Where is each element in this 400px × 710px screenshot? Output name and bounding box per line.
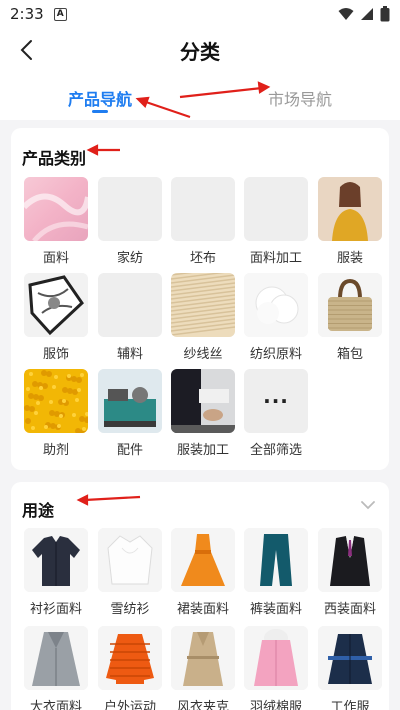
product-category-item-label: 服装 (336, 251, 363, 266)
product-category-item[interactable]: ··· 全部筛选 (241, 369, 311, 458)
usage-item-label: 西装面料 (323, 602, 376, 617)
usage-item[interactable]: 大衣面料 (21, 626, 91, 710)
cotton-fiber-photo (244, 273, 308, 337)
orange-down-jacket-photo (98, 626, 162, 690)
product-categories-card: 产品类别 面料 家纺 坯布 面料加工 服装服饰 辅料 纱线丝 纺织原料 箱包助剂 配件 服装加工 ··… (11, 128, 389, 470)
usage-item-label: 风衣夹克 (176, 700, 229, 710)
usage-item[interactable]: 衬衫面料 (21, 528, 91, 617)
product-category-item-label: 面料加工 (249, 251, 302, 266)
product-category-item[interactable]: 纱线丝 (168, 273, 238, 362)
usage-item-label: 羽绒棉服 (249, 700, 302, 710)
wifi-icon (338, 8, 354, 20)
product-category-item[interactable]: 家纺 (95, 177, 165, 266)
battery-icon (380, 6, 390, 22)
usage-item[interactable]: 裙装面料 (168, 528, 238, 617)
product-category-item-label: 配件 (116, 443, 143, 458)
notification-a-icon: A (53, 7, 67, 21)
navy-workwear-photo (318, 626, 382, 690)
usage-item-label: 雪纺衫 (110, 602, 150, 617)
product-category-item[interactable]: 助剂 (21, 369, 91, 458)
white-blouse-photo (98, 528, 162, 592)
product-category-item-label: 纱线丝 (183, 347, 223, 362)
product-category-item[interactable]: 面料加工 (241, 177, 311, 266)
product-category-item-label: 服饰 (42, 347, 69, 362)
product-category-item-label: 面料 (42, 251, 69, 266)
status-bar: 2:33 A (0, 0, 400, 28)
teal-pants-photo (244, 528, 308, 592)
more-dots-icon: ··· (244, 369, 308, 433)
beige-trench-photo (171, 626, 235, 690)
yarn-photo (171, 273, 235, 337)
dark-shirt-photo (24, 528, 88, 592)
usage-item[interactable]: 工作服 (315, 626, 385, 710)
usage-collapse-button[interactable] (359, 496, 377, 514)
product-category-item-label: 纺织原料 (249, 347, 302, 362)
usage-item-label: 裙装面料 (176, 602, 229, 617)
more-dots-glyph: ··· (263, 389, 289, 413)
usage-card: 用途 衬衫面料 雪纺衫 裙装面料 裤装面料 西装面料大衣面料 户外运动 风衣夹克 羽绒棉服 工作… (11, 482, 389, 710)
yellow-powder-photo (24, 369, 88, 433)
pink-fabric-photo (24, 177, 88, 241)
black-suit-photo (318, 528, 382, 592)
product-category-item[interactable]: 服饰 (21, 273, 91, 362)
tab-product-navigation[interactable]: 产品导航 (68, 86, 132, 110)
pink-parka-photo (244, 626, 308, 690)
usage-item-label: 户外运动 (103, 700, 156, 710)
placeholder-image (171, 177, 235, 241)
silk-scarf-photo (24, 273, 88, 337)
product-category-item-label: 家纺 (116, 251, 143, 266)
placeholder-image (98, 177, 162, 241)
product-category-item-label: 助剂 (42, 443, 69, 458)
grey-coat-photo (24, 626, 88, 690)
product-category-item[interactable]: 辅料 (95, 273, 165, 362)
product-category-item-label: 坯布 (189, 251, 216, 266)
signal-icon (361, 8, 373, 20)
usage-item[interactable]: 裤装面料 (241, 528, 311, 617)
status-icons (338, 6, 390, 22)
usage-item[interactable]: 户外运动 (95, 626, 165, 710)
tab-bar: 产品导航 市场导航 (0, 72, 400, 120)
sewing-worker-photo (171, 369, 235, 433)
page-title: 分类 (180, 39, 220, 64)
straw-handbag-photo (318, 273, 382, 337)
usage-item[interactable]: 风衣夹克 (168, 626, 238, 710)
usage-title: 用途 (22, 501, 55, 520)
back-chevron-icon (20, 40, 32, 60)
usage-item-label: 工作服 (330, 700, 370, 710)
product-category-item-label: 全部筛选 (249, 443, 302, 458)
orange-dress-photo (171, 528, 235, 592)
product-category-item[interactable]: 坯布 (168, 177, 238, 266)
placeholder-image (98, 273, 162, 337)
usage-item[interactable]: 西装面料 (315, 528, 385, 617)
app-header: 分类 (0, 28, 400, 72)
active-tab-indicator (92, 110, 108, 113)
usage-item-label: 衬衫面料 (29, 602, 82, 617)
tab-market-navigation[interactable]: 市场导航 (268, 86, 332, 110)
chevron-down-icon (361, 501, 375, 510)
product-category-item-label: 服装加工 (176, 443, 229, 458)
product-category-item-label: 箱包 (336, 347, 363, 362)
woman-yellow-sweater-photo (318, 177, 382, 241)
usage-item[interactable]: 雪纺衫 (95, 528, 165, 617)
product-category-item[interactable]: 箱包 (315, 273, 385, 362)
usage-item-label: 大衣面料 (29, 700, 82, 710)
product-category-item-label: 辅料 (116, 347, 143, 362)
product-category-item[interactable]: 面料 (21, 177, 91, 266)
product-category-item[interactable]: 服装加工 (168, 369, 238, 458)
product-category-item[interactable]: 纺织原料 (241, 273, 311, 362)
placeholder-image (244, 177, 308, 241)
status-time: 2:33 (10, 5, 44, 23)
textile-machine-photo (98, 369, 162, 433)
product-category-item[interactable]: 服装 (315, 177, 385, 266)
product-category-item[interactable]: 配件 (95, 369, 165, 458)
usage-item-label: 裤装面料 (249, 602, 302, 617)
back-button[interactable] (14, 36, 38, 64)
usage-item[interactable]: 羽绒棉服 (241, 626, 311, 710)
product-categories-title: 产品类别 (22, 149, 87, 168)
